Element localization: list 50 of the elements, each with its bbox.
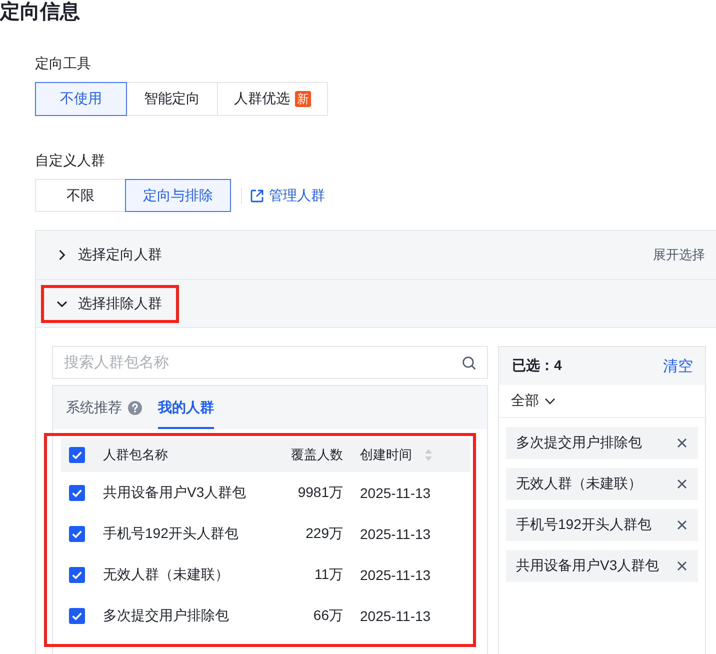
checkbox[interactable]	[69, 608, 85, 624]
checkbox[interactable]	[69, 447, 85, 463]
segment-button[interactable]: 定向与排除	[125, 179, 231, 212]
table-cell: 共用设备用户V3人群包	[103, 484, 246, 502]
clear-button[interactable]: 清空	[663, 356, 693, 376]
search-icon	[462, 356, 476, 370]
checkbox[interactable]	[69, 566, 85, 582]
tab[interactable]: 我的人群	[158, 386, 214, 429]
checkbox[interactable]	[69, 526, 85, 542]
tag-label: 共用设备用户V3人群包	[516, 557, 660, 575]
table-cell: 66万	[313, 606, 343, 624]
tag-label: 无效人群（未建联）	[516, 475, 643, 493]
column-header: 覆盖人数	[291, 446, 343, 464]
close-icon[interactable]	[677, 479, 687, 489]
search-field[interactable]: 搜索人群包名称	[52, 346, 488, 379]
column-header: 创建时间	[360, 446, 412, 464]
table-cell: 手机号192开头人群包	[103, 524, 238, 542]
table-cell: 9981万	[298, 484, 343, 502]
segment-button[interactable]: 人群优选 新	[217, 82, 328, 116]
table-cell: 多次提交用户排除包	[103, 606, 229, 624]
tag-label: 多次提交用户排除包	[516, 434, 643, 452]
tag-label: 手机号192开头人群包	[516, 516, 652, 534]
segment-button[interactable]: 智能定向	[126, 82, 218, 116]
column-header: 人群包名称	[103, 446, 168, 464]
table-cell: 无效人群（未建联）	[103, 566, 229, 584]
close-icon[interactable]	[677, 520, 687, 530]
table-cell: 229万	[306, 524, 343, 542]
table-cell: 2025-11-13	[360, 566, 431, 582]
close-icon[interactable]	[677, 561, 687, 571]
new-badge: 新	[295, 91, 311, 107]
field-label: 自定义人群	[35, 151, 106, 170]
table-cell: 2025-11-13	[360, 484, 431, 500]
tab[interactable]: 系统推荐	[66, 386, 142, 429]
selected-count: 已选：4	[512, 357, 562, 375]
section-title: 选择排除人群	[78, 294, 162, 312]
segment-button[interactable]: 不使用	[35, 82, 127, 116]
close-icon[interactable]	[677, 438, 687, 448]
table-cell: 2025-11-13	[360, 608, 431, 624]
section-title: 选择定向人群	[78, 246, 162, 264]
field-label: 定向工具	[35, 54, 92, 73]
expand-selection-link[interactable]: 展开选择	[653, 246, 705, 264]
table-cell: 11万	[314, 566, 343, 584]
segment-button[interactable]: 不限	[35, 179, 126, 212]
collapse-header[interactable]: 选择定向人群 展开选择	[36, 231, 716, 280]
external-link-icon	[250, 188, 264, 202]
collapse-header[interactable]: 选择排除人群	[36, 280, 716, 328]
table-cell: 2025-11-13	[360, 526, 431, 542]
manage-audience-link[interactable]: 管理人群	[250, 186, 325, 204]
filter-dropdown[interactable]: 全部	[511, 392, 556, 410]
checkbox[interactable]	[69, 484, 85, 500]
